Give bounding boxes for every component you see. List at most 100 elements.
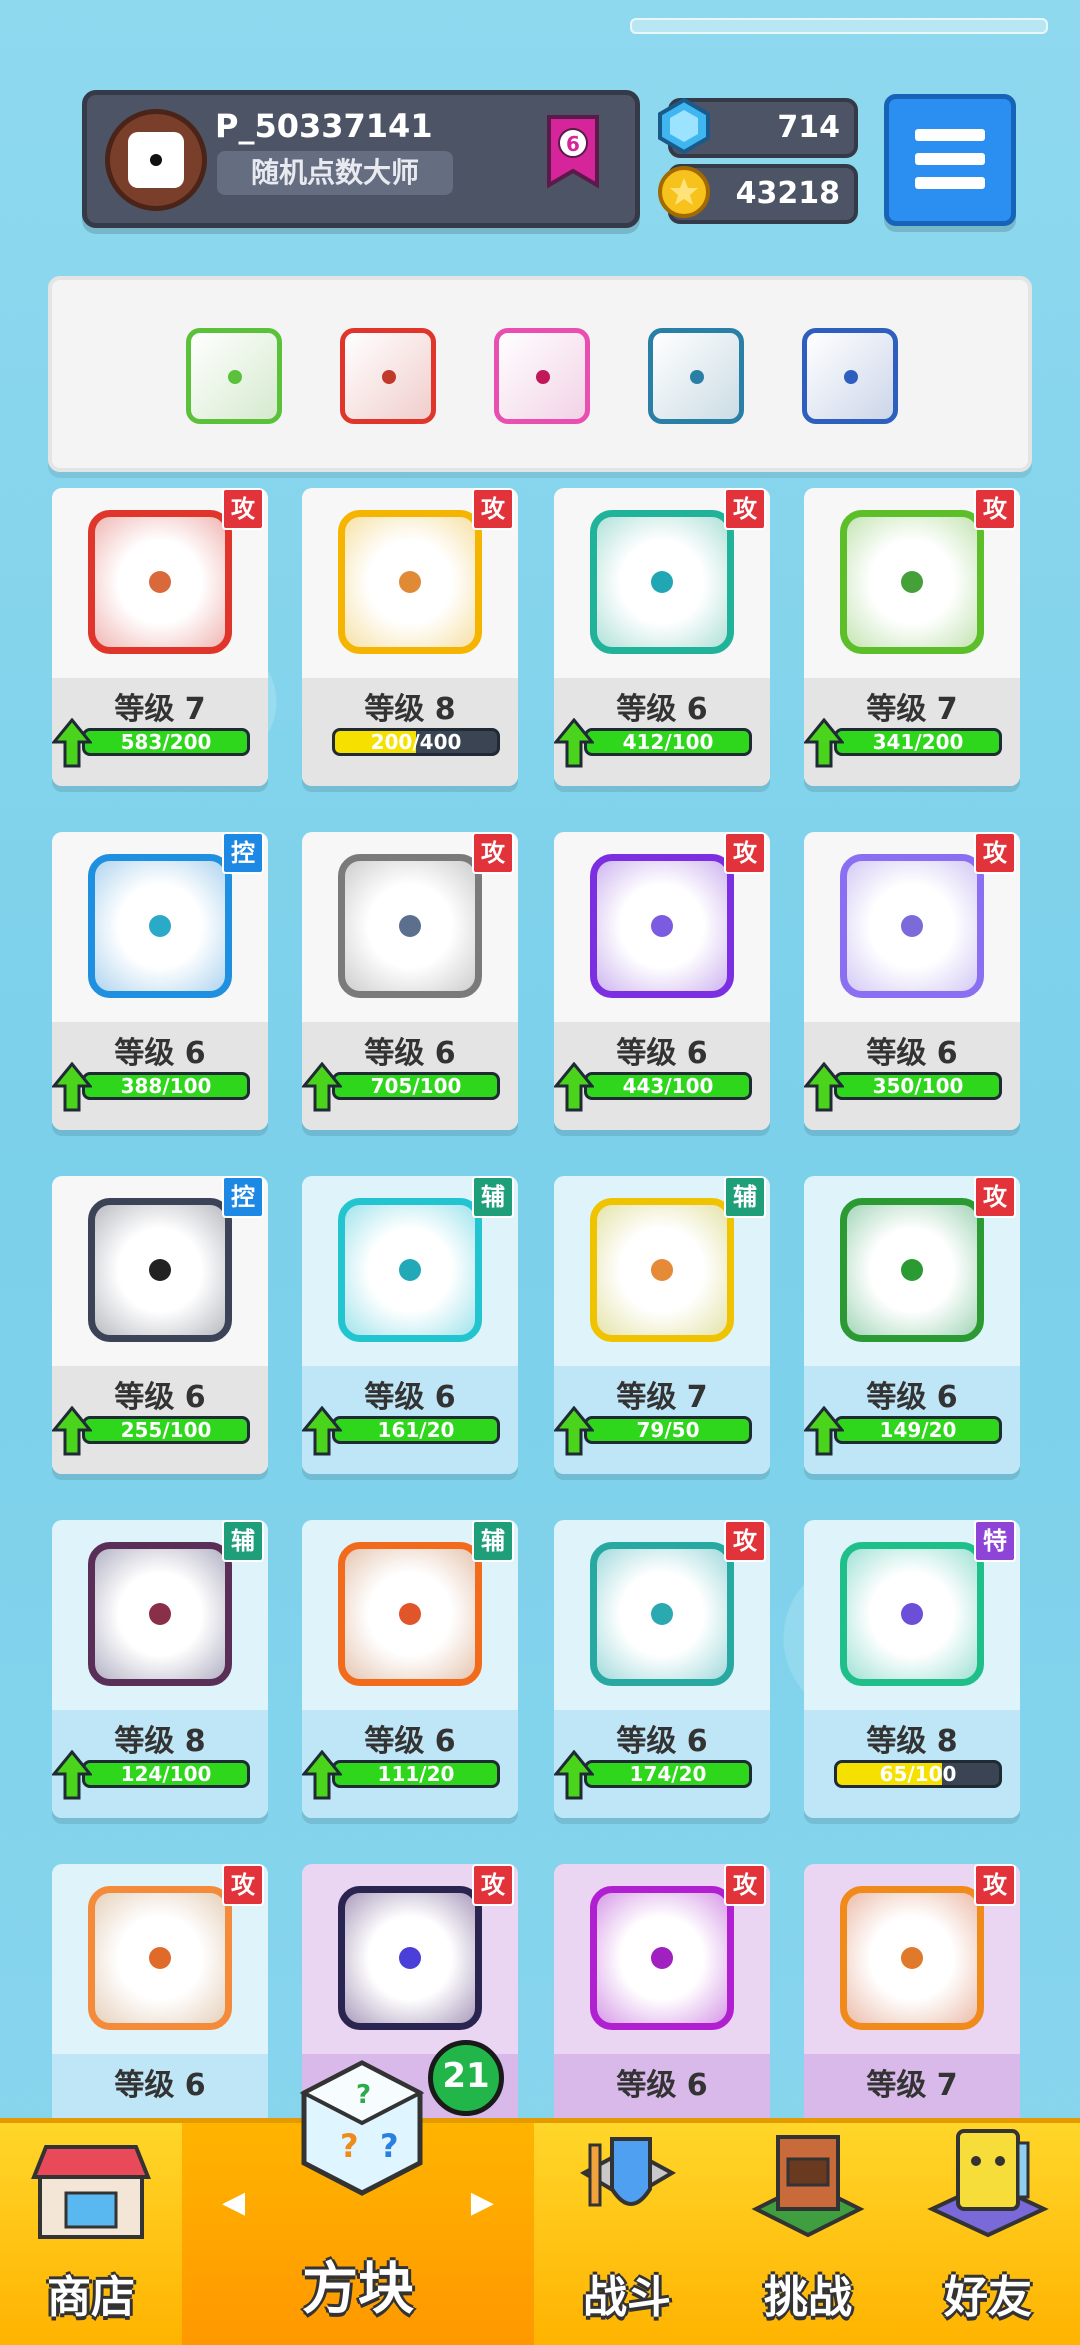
status-handle-bar [630,18,1048,34]
dice-type-tag: 攻 [472,832,514,874]
upgrade-arrow-icon[interactable] [302,1062,342,1112]
upgrade-arrow-icon[interactable] [302,1406,342,1456]
heal-cross-die-icon [338,1198,482,1342]
dice-pip [149,1947,171,1969]
dice-card[interactable]: 辅等级 6 161/20 [302,1176,518,1474]
dice-card[interactable]: 攻等级 7 341/200 [804,488,1020,786]
shield-die-icon[interactable] [494,328,590,424]
dice-pip [901,571,923,593]
dice-card[interactable]: 辅等级 8 124/100 [52,1520,268,1818]
upgrade-progress-bar: 200/400 [332,728,500,756]
upgrade-arrow-icon[interactable] [554,718,594,768]
dice-pip [651,1947,673,1969]
progress-text: 174/20 [629,1762,707,1786]
upgrade-progress-bar: 79/50 [584,1416,752,1444]
upgrade-arrow-icon[interactable] [52,1406,92,1456]
dice-type-tag: 攻 [472,1864,514,1906]
dice-count-badge: 21 [428,2040,504,2116]
dice-card[interactable]: 控等级 6 255/100 [52,1176,268,1474]
dice-card[interactable]: 攻等级 6 443/100 [554,832,770,1130]
upgrade-progress-bar: 350/100 [834,1072,1002,1100]
dice-card[interactable]: 辅等级 7 79/50 [554,1176,770,1474]
dice-level: 等级 8 [364,692,456,727]
upgrade-progress-bar: 341/200 [834,728,1002,756]
upgrade-arrow-icon[interactable] [804,718,844,768]
upgrade-progress-bar: 124/100 [82,1760,250,1788]
dice-level: 等级 6 [616,2068,708,2103]
upgrade-arrow-icon[interactable] [302,1750,342,1800]
nav-dice-label: 方块 [302,2257,414,2322]
biohazard-die-icon[interactable] [186,328,282,424]
upgrade-arrow-icon[interactable] [52,1750,92,1800]
dice-card[interactable]: 攻等级 8 200/400 [302,488,518,786]
upgrade-progress-bar: 149/20 [834,1416,1002,1444]
player-profile-panel[interactable]: P_50337141 随机点数大师 6 [82,90,640,228]
svg-text:?: ? [356,2080,371,2110]
nav-battle-label: 战斗 [583,2272,671,2323]
dice-type-tag: 攻 [724,1864,766,1906]
fire-die-icon [88,510,232,654]
progress-text: 583/200 [120,730,212,754]
coin-count: 43218 [735,176,840,211]
gem-icon [656,97,712,155]
target-die-icon [840,1886,984,2030]
dice-card[interactable]: 攻等级 7 583/200 [52,488,268,786]
nav-shop-label: 商店 [47,2272,135,2323]
nav-friends[interactable]: 好友 [896,2123,1080,2345]
dice-level: 等级 6 [114,2068,206,2103]
fire-die-icon[interactable] [340,328,436,424]
nav-friends-label: 好友 [944,2272,1032,2323]
dice-type-tag: 辅 [724,1176,766,1218]
coin-counter[interactable]: 43218 [658,164,858,224]
dice-box-icon: ? ? ? [299,2060,425,2196]
dice-card[interactable]: 攻等级 6 174/20 [554,1520,770,1818]
dice-card[interactable]: 攻等级 6 350/100 [804,832,1020,1130]
challenge-castle-icon [751,2135,865,2238]
upgrade-arrow-icon[interactable] [554,1062,594,1112]
upgrade-progress-bar: 65/100 [834,1760,1002,1788]
upgrade-arrow-icon[interactable] [52,1062,92,1112]
upgrade-progress-bar: 443/100 [584,1072,752,1100]
dice-card[interactable]: 控等级 6 388/100 [52,832,268,1130]
progress-text: 388/100 [120,1074,212,1098]
dice-card[interactable]: 辅等级 6 111/20 [302,1520,518,1818]
upgrade-arrow-icon[interactable] [52,718,92,768]
nav-shop[interactable]: 商店 [0,2123,182,2345]
upgrade-arrow-icon[interactable] [554,1750,594,1800]
dice-pip [228,370,242,384]
dice-level: 等级 7 [866,2068,958,2103]
gem-count: 714 [777,110,840,145]
avatar[interactable] [105,109,207,211]
upgrade-arrow-icon[interactable] [804,1406,844,1456]
progress-text: 412/100 [622,730,714,754]
nav-dice[interactable]: ◀ ▶ ? ? ? 方块 [182,2060,534,2345]
gem-counter[interactable]: 714 [658,97,858,158]
menu-button[interactable] [884,94,1016,226]
dice-card[interactable]: 攻等级 6 149/20 [804,1176,1020,1474]
dice-pip [901,1259,923,1281]
dice-card[interactable]: 攻等级 6 412/100 [554,488,770,786]
nav-battle[interactable]: 战斗 [534,2123,720,2345]
progress-text: 161/20 [377,1418,455,1442]
crescent-die-icon [338,1886,482,2030]
player-title: 随机点数大师 [217,151,453,195]
progress-text: 705/100 [370,1074,462,1098]
ice-dragon-die-icon[interactable] [648,328,744,424]
dice-type-tag: 辅 [472,1176,514,1218]
next-arrow-icon[interactable]: ▶ [471,2185,494,2220]
dice-type-tag: 攻 [222,1864,264,1906]
progress-text: 79/50 [636,1418,700,1442]
progress-text: 255/100 [120,1418,212,1442]
upgrade-arrow-icon[interactable] [554,1406,594,1456]
dice-card[interactable]: 特等级 8 65/100 [804,1520,1020,1818]
nav-challenge[interactable]: 挑战 [720,2123,896,2345]
swap-arrows-die-icon [590,854,734,998]
upgrade-progress-bar: 174/20 [584,1760,752,1788]
snowflake-die-icon[interactable] [802,328,898,424]
prev-arrow-icon[interactable]: ◀ [222,2185,245,2220]
dice-card[interactable]: 攻等级 6 705/100 [302,832,518,1130]
svg-text:?: ? [340,2127,359,2165]
burst-die-icon [590,1542,734,1686]
upgrade-arrow-icon[interactable] [804,1062,844,1112]
dice-pip [536,370,550,384]
